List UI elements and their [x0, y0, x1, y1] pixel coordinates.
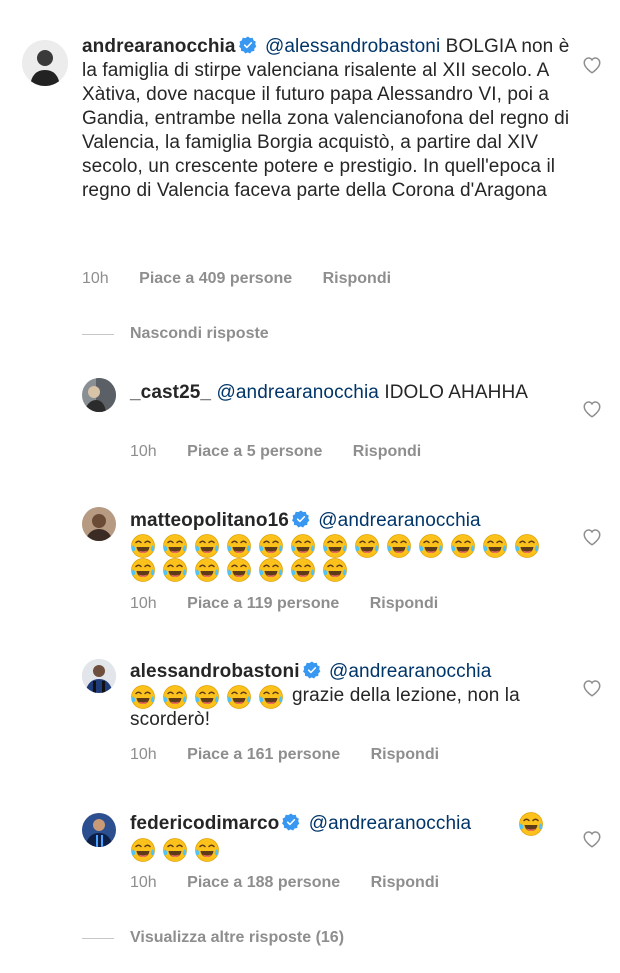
reply-mention[interactable]: @andrearanocchia: [217, 382, 379, 403]
face-with-tears-of-joy-icon: [322, 533, 348, 559]
reply-mention[interactable]: @andrearanocchia: [318, 510, 480, 531]
face-with-tears-of-joy-icon: [226, 533, 252, 559]
face-with-tears-of-joy-icon: [322, 557, 348, 583]
verified-badge-icon: [239, 36, 257, 54]
face-with-tears-of-joy-icon: [354, 533, 380, 559]
face-with-tears-of-joy-icon: [482, 533, 508, 559]
avatar[interactable]: [82, 813, 116, 847]
reply-username[interactable]: federicodimarco: [130, 813, 279, 834]
face-with-tears-of-joy-icon: [290, 557, 316, 583]
comment-username[interactable]: andrearanocchia: [82, 36, 236, 57]
reply-username[interactable]: alessandrobastoni: [130, 661, 300, 682]
emoji-row: [130, 836, 250, 863]
face-with-tears-of-joy-icon: [194, 837, 220, 863]
reply-likes[interactable]: Piace a 188 persone: [187, 874, 340, 891]
reply-text-block: grazie della lezione, non la scorderò!: [130, 684, 530, 732]
reply-body: alessandrobastoni @andrearanocchia: [130, 660, 560, 684]
comment-text: BOLGIA non è la famiglia di stirpe valen…: [82, 36, 570, 201]
reply-text: IDOLO AHAHHA: [384, 382, 529, 403]
reply-mention[interactable]: @andrearanocchia: [309, 813, 471, 834]
comment-body: andrearanocchia @alessandrobastoni BOLGI…: [82, 35, 572, 203]
reply-time: 10h: [130, 746, 157, 763]
hide-replies-button[interactable]: Nascondi risposte: [130, 325, 269, 343]
comment-meta: 10h Piace a 409 persone Rispondi: [82, 270, 417, 288]
reply-button[interactable]: Rispondi: [371, 874, 439, 891]
face-with-tears-of-joy-icon: [386, 533, 412, 559]
heart-outline-icon[interactable]: [582, 830, 602, 848]
reply-meta: 10h Piace a 161 persone Rispondi: [130, 746, 465, 764]
reply-button[interactable]: Rispondi: [353, 443, 421, 460]
reply-button[interactable]: Rispondi: [323, 270, 391, 287]
avatar[interactable]: [82, 507, 116, 541]
reply-mention[interactable]: @andrearanocchia: [329, 661, 491, 682]
heart-outline-icon[interactable]: [582, 679, 602, 697]
verified-badge-icon: [282, 813, 300, 831]
face-with-tears-of-joy-icon: [258, 533, 284, 559]
face-with-tears-of-joy-icon: [162, 557, 188, 583]
face-with-tears-of-joy-icon: [518, 811, 544, 837]
heart-outline-icon[interactable]: [582, 56, 602, 74]
face-with-tears-of-joy-icon: [258, 557, 284, 583]
verified-badge-icon: [303, 661, 321, 679]
divider: [82, 334, 114, 335]
reply-body: federicodimarco @andrearanocchia: [130, 812, 560, 836]
comment-likes[interactable]: Piace a 409 persone: [139, 270, 292, 287]
reply-body: _cast25_ @andrearanocchia IDOLO AHAHHA: [130, 381, 550, 405]
face-with-tears-of-joy-icon: [194, 557, 220, 583]
face-with-tears-of-joy-icon: [514, 533, 540, 559]
avatar[interactable]: [82, 659, 116, 693]
reply-meta: 10h Piace a 5 persone Rispondi: [130, 443, 447, 461]
reply-username[interactable]: _cast25_: [130, 382, 211, 403]
reply-button[interactable]: Rispondi: [371, 746, 439, 763]
reply-body: matteopolitano16 @andrearanocchia: [130, 509, 560, 533]
emoji-row: [130, 532, 560, 559]
face-with-tears-of-joy-icon: [450, 533, 476, 559]
avatar[interactable]: [82, 378, 116, 412]
comment-mention[interactable]: @alessandrobastoni: [265, 36, 440, 57]
reply-likes[interactable]: Piace a 161 persone: [187, 746, 340, 763]
face-with-tears-of-joy-icon: [194, 533, 220, 559]
face-with-tears-of-joy-icon: [162, 837, 188, 863]
divider: [82, 938, 114, 939]
face-with-tears-of-joy-icon: [290, 533, 316, 559]
face-with-tears-of-joy-icon: [226, 557, 252, 583]
face-with-tears-of-joy-icon: [418, 533, 444, 559]
view-more-replies-button[interactable]: Visualizza altre risposte (16): [130, 929, 344, 947]
reply-meta: 10h Piace a 119 persone Rispondi: [130, 595, 464, 613]
reply-time: 10h: [130, 443, 157, 460]
reply-text: grazie della lezione, non la scorderò!: [130, 685, 520, 730]
reply-time: 10h: [130, 874, 157, 891]
heart-outline-icon[interactable]: [582, 400, 602, 418]
heart-outline-icon[interactable]: [582, 528, 602, 546]
emoji-row: [518, 810, 552, 837]
emoji-row: [130, 556, 560, 583]
reply-likes[interactable]: Piace a 5 persone: [187, 443, 322, 460]
face-with-tears-of-joy-icon: [130, 837, 156, 863]
reply-time: 10h: [130, 595, 157, 612]
avatar[interactable]: [22, 40, 68, 86]
reply-username[interactable]: matteopolitano16: [130, 510, 289, 531]
verified-badge-icon: [292, 510, 310, 528]
face-with-tears-of-joy-icon: [130, 533, 156, 559]
comment-time: 10h: [82, 270, 109, 287]
reply-button[interactable]: Rispondi: [370, 595, 438, 612]
reply-meta: 10h Piace a 188 persone Rispondi: [130, 874, 465, 892]
face-with-tears-of-joy-icon: [130, 557, 156, 583]
face-with-tears-of-joy-icon: [162, 533, 188, 559]
reply-likes[interactable]: Piace a 119 persone: [187, 595, 339, 612]
